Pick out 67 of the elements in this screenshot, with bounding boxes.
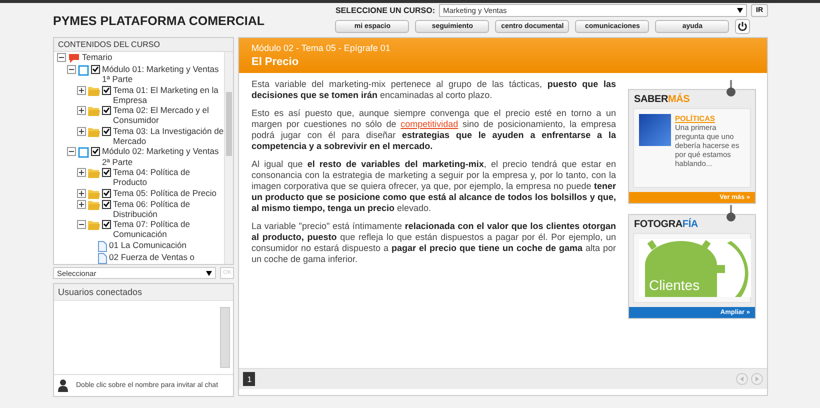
panel-title: CONTENIDOS DEL CURSO <box>54 38 234 52</box>
document-icon <box>98 252 107 264</box>
page-button[interactable]: 1 <box>243 372 256 386</box>
square-icon <box>78 65 89 76</box>
course-label: SELECCIONE UN CURSO: <box>335 6 435 15</box>
person-icon <box>58 379 68 392</box>
panel-title: Usuarios conectados <box>54 284 234 301</box>
breadcrumb: Módulo 02 - Tema 05 - Epígrafe 01 <box>251 42 392 54</box>
scrollbar[interactable] <box>224 52 234 264</box>
scrollbar[interactable] <box>220 307 230 368</box>
folder-icon <box>88 106 100 116</box>
document-icon <box>98 240 107 252</box>
checkbox-icon <box>102 200 111 209</box>
tree-item[interactable]: 02 Fuerza de Ventas o <box>109 252 195 262</box>
checkbox-icon <box>102 126 111 136</box>
expand-icon[interactable] <box>77 198 86 210</box>
lesson-title: El Precio <box>251 55 300 70</box>
paragraph: La variable "precio" está íntimamente relacionada con el valor que los clientes otorgan al producto, puesto que refleja lo que están dispuestos a pagar por él. Por ejemplo, un consumidor no estará dispuesto a pagar el precio que tiene un coche de gama alta por un coche de gama inferior. <box>251 221 616 265</box>
tree-item[interactable]: Tema 06: Política de Distribución <box>113 198 224 220</box>
checkbox-icon <box>91 147 100 156</box>
square-icon <box>78 147 89 158</box>
card-title: FOTOGRAFÍA <box>633 217 699 232</box>
collapse-icon[interactable] <box>67 64 76 75</box>
tree-item[interactable]: Módulo 01: Marketing y Ventas 1ª Parte <box>102 64 224 85</box>
expand-icon[interactable] <box>77 126 86 137</box>
checkbox-icon <box>102 168 111 177</box>
paragraph: Esto es así puesto que, aunque siempre convenga que el precio esté en torno a un margen por cuestiones no sólo de competitividad sino de posicionamiento, la empresa podrá jugar con él para diseñar estrategias que le ayuden a enfrentarse a la competencia y a sobrevivir en el mercado. <box>251 108 616 152</box>
photo-placeholder <box>639 114 671 146</box>
site-title: PYMES PLATAFORMA COMERCIAL <box>53 14 265 28</box>
pin-icon <box>726 80 736 98</box>
folder-icon <box>88 188 100 199</box>
tree-item[interactable]: 01 La Comunicación <box>109 240 186 250</box>
card-title: SABERMÁS <box>633 92 691 107</box>
tree-item[interactable]: Tema 04: Política de Producto <box>113 166 224 188</box>
link[interactable]: competitividad <box>400 119 458 129</box>
tree-item[interactable]: Tema 05: Política de Precio <box>113 188 216 198</box>
tree-item[interactable]: Tema 03: La Investigación de Mercado <box>113 126 224 146</box>
folder-icon <box>88 168 100 178</box>
expand-icon[interactable] <box>77 84 86 96</box>
checkbox-icon <box>102 106 111 116</box>
paragraph: Al igual que el resto de variables del marketing-mix, el precio tendrá que estar en consonancia con la estrategia de marketing a seguir por la empresa y, por lo tanto, con la imagen corporativa que se quiera ofrecer, ya que, por ejemplo, la empresa no puede tener un producto que se posicione como que está al alcance de todos los bolsillos y que, al mismo tiempo, tenga un precio elevado. <box>251 159 616 214</box>
collapse-icon[interactable] <box>77 219 86 230</box>
expand-icon[interactable] <box>77 188 86 199</box>
tree-item[interactable]: Tema 01: El Marketing en la Empresa <box>113 84 224 106</box>
tree-item[interactable]: Tema 02: El Mercado y el Consumidor <box>113 105 224 126</box>
folder-icon <box>88 200 100 210</box>
folder-icon <box>88 220 100 230</box>
checkbox-icon <box>102 86 111 95</box>
folder-icon <box>88 86 100 96</box>
collapse-icon[interactable] <box>57 52 66 63</box>
tree-item[interactable]: Temario <box>82 52 112 62</box>
caret-icon[interactable] <box>206 270 212 276</box>
checkbox-icon <box>91 65 100 74</box>
clients-illustration: Clientes <box>639 239 751 297</box>
folder-icon <box>88 126 100 137</box>
expand-icon[interactable] <box>77 105 86 116</box>
tree-item[interactable]: Módulo 02: Marketing y Ventas 2ª Parte <box>102 146 224 167</box>
checkbox-icon <box>102 188 111 198</box>
paragraph: Esta variable del marketing-mix pertenece al grupo de las tácticas, puesto que las decisiones que se tomen irán encaminadas al corto plazo. <box>251 79 616 101</box>
power-button[interactable] <box>735 19 750 34</box>
collapse-icon[interactable] <box>67 146 76 158</box>
checkbox-icon <box>102 220 111 230</box>
expand-icon[interactable] <box>77 166 86 178</box>
pin-icon <box>726 205 736 223</box>
speech-bubble-icon <box>68 53 80 64</box>
tree-item[interactable]: Tema 07: Política de Comunicación <box>113 219 224 240</box>
caret-icon[interactable] <box>737 8 743 13</box>
